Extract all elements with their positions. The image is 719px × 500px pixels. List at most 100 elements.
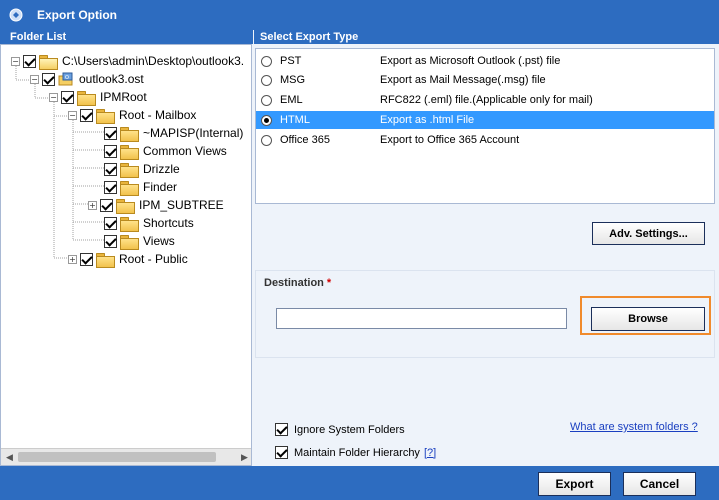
tree-checkbox[interactable] [42,72,55,86]
tree-item-root-public[interactable]: + Root - Public [68,250,188,268]
export-option-name: EML [280,94,303,106]
export-option-name: PST [280,55,302,67]
tree-item-label: Common Views [143,144,227,158]
tree-item-label: Shortcuts [143,216,194,230]
export-type-list: PST Export as Microsoft Outlook (.pst) f… [255,48,715,204]
folder-tree[interactable]: − C:\Users\admin\Desktop\outlook3. − O o… [0,44,252,466]
export-option-msg[interactable]: MSG Export as Mail Message(.msg) file [256,71,714,89]
tree-item-mapisp[interactable]: ~MAPISP(Internal) [104,124,243,142]
maintain-hierarchy-option[interactable]: Maintain Folder Hierarchy [?] [275,446,436,459]
tree-item-label: IPM_SUBTREE [139,198,224,212]
tree-checkbox[interactable] [23,54,36,68]
tree-checkbox[interactable] [104,216,117,230]
export-option-html[interactable]: HTML Export as .html File [256,111,714,129]
export-option-pst[interactable]: PST Export as Microsoft Outlook (.pst) f… [256,52,714,70]
export-button[interactable]: Export [538,472,611,496]
scroll-left-icon[interactable]: ◀ [1,449,18,465]
folder-list-header: Folder List [0,30,253,44]
tree-item-root-path[interactable]: − C:\Users\admin\Desktop\outlook3. [11,52,244,70]
horizontal-scrollbar[interactable]: ◀ ▶ [1,448,251,465]
tree-checkbox[interactable] [104,180,117,194]
radio-button[interactable] [261,114,272,126]
tree-item-common-views[interactable]: Common Views [104,142,227,160]
folder-icon [77,90,96,106]
radio-button[interactable] [261,94,272,106]
folder-icon [120,216,139,232]
scroll-right-icon[interactable]: ▶ [236,449,251,465]
hierarchy-help-link[interactable]: [?] [424,447,436,459]
tree-item-label: IPMRoot [100,90,147,104]
export-option-name: MSG [280,74,306,86]
collapse-icon[interactable]: − [68,110,77,120]
tree-item-finder[interactable]: Finder [104,178,177,196]
tree-item-label: Drizzle [143,162,180,176]
adv-settings-button[interactable]: Adv. Settings... [592,222,705,245]
export-option-office365[interactable]: Office 365 Export to Office 365 Account [256,131,714,149]
tree-item-ipm-subtree[interactable]: + IPM_SUBTREE [88,196,224,214]
destination-label: Destination * [264,277,331,289]
footer-bar [0,466,719,500]
tree-checkbox[interactable] [104,144,117,158]
radio-button[interactable] [261,134,272,146]
tree-item-label: Root - Mailbox [119,108,197,122]
collapse-icon[interactable]: − [49,92,58,102]
tree-item-label: Finder [143,180,178,194]
tree-checkbox[interactable] [80,108,93,122]
folder-icon [120,234,139,250]
export-option-description: Export as Microsoft Outlook (.pst) file [380,55,561,67]
collapse-icon[interactable]: − [30,74,39,84]
ignore-system-folders-label: Ignore System Folders [294,423,405,436]
tree-item-label: Views [143,234,175,248]
tree-checkbox[interactable] [100,198,113,212]
app-icon [8,7,24,23]
tree-checkbox[interactable] [104,162,117,176]
export-option-description: Export as .html File [380,114,475,126]
cancel-button[interactable]: Cancel [623,472,696,496]
title-bar: Export Option [0,0,719,30]
scrollbar-thumb[interactable] [18,452,216,462]
tree-item-label: ~MAPISP(Internal) [143,126,244,140]
folder-icon [120,126,139,142]
export-option-eml[interactable]: EML RFC822 (.eml) file.(Applicable only … [256,91,714,109]
tree-item-ipmroot[interactable]: − IPMRoot [49,88,147,106]
destination-path-input[interactable] [276,308,567,329]
tree-item-views[interactable]: Views [104,232,175,250]
export-type-header: Select Export Type [254,30,719,44]
open-folder-icon [39,54,58,70]
browse-button[interactable]: Browse [591,307,705,331]
maintain-hierarchy-label: Maintain Folder Hierarchy [294,446,420,459]
destination-label-text: Destination [264,277,324,289]
folder-icon [120,144,139,160]
tree-checkbox[interactable] [104,126,117,140]
ignore-system-folders-option[interactable]: Ignore System Folders [275,423,405,436]
tree-item-root-mailbox[interactable]: − Root - Mailbox [68,106,196,124]
tree-checkbox[interactable] [104,234,117,248]
svg-text:O: O [65,75,69,81]
pst-file-icon: O [58,72,74,86]
system-folders-help-link[interactable]: What are system folders ? [570,421,698,433]
export-option-description: Export to Office 365 Account [380,134,520,146]
tree-item-ost-file[interactable]: − O outlook3.ost [30,70,144,88]
expand-icon[interactable]: + [68,254,77,264]
expand-icon[interactable]: + [88,200,97,210]
folder-icon [120,180,139,196]
folder-icon [96,252,115,268]
tree-checkbox[interactable] [61,90,74,104]
collapse-icon[interactable]: − [11,56,20,66]
export-option-description: RFC822 (.eml) file.(Applicable only for … [380,94,593,106]
tree-checkbox[interactable] [80,252,93,266]
tree-item-shortcuts[interactable]: Shortcuts [104,214,194,232]
export-option-name: HTML [280,114,310,126]
radio-button[interactable] [261,74,272,86]
folder-icon [96,108,115,124]
tree-item-label: Root - Public [119,252,188,266]
export-option-name: Office 365 [280,134,330,146]
tree-item-label: outlook3.ost [79,72,144,86]
ignore-system-folders-checkbox[interactable] [275,423,288,436]
tree-item-drizzle[interactable]: Drizzle [104,160,180,178]
radio-button[interactable] [261,55,272,67]
tree-item-label: C:\Users\admin\Desktop\outlook3. [62,54,245,68]
window-title: Export Option [37,8,117,22]
required-marker: * [326,277,332,289]
maintain-hierarchy-checkbox[interactable] [275,446,288,459]
